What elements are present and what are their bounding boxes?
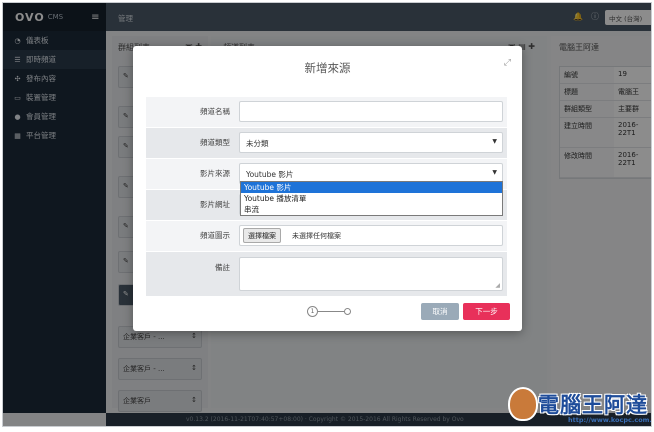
next-button[interactable]: 下一步 (463, 303, 510, 320)
file-status: 未選擇任何檔案 (292, 232, 341, 240)
field-label: 影片來源 (200, 169, 230, 178)
step-next (344, 308, 351, 315)
dropdown-option[interactable]: Youtube 播放清單 (241, 193, 502, 204)
dropdown-option[interactable]: 串流 (241, 204, 502, 215)
form-row-channel-icon: 頻道圖示 選擇檔案 未選擇任何檔案 (146, 221, 507, 252)
form-row-channel-name: 頻道名稱 (146, 97, 507, 128)
app-window: OVO CMS ≡ ◔ 儀表板 ☰ 即時頻道 ✣ 發布內容 ▭ 裝置管理 ● 會員管理 ▦… (2, 2, 652, 427)
form-row-channel-type: 頻道類型 未分類 ▼ (146, 128, 507, 159)
form-row-note: 備註 ◢ (146, 252, 507, 297)
mascot-logo (508, 387, 538, 421)
video-source-dropdown: Youtube 影片 Youtube 播放清單 串流 (240, 181, 503, 216)
watermark: 電腦王阿達 http://www.kocpc.com.tw (496, 381, 652, 426)
add-source-modal: 新增來源 ⤢ 頻道名稱 頻道類型 未分類 ▼ 影片來源 Youtube 影片 ▼ 影… (133, 46, 522, 331)
channel-name-input[interactable] (239, 101, 503, 122)
step-current: 1 (307, 306, 318, 317)
dropdown-option[interactable]: Youtube 影片 (241, 182, 502, 193)
caret-down-icon: ▼ (492, 169, 497, 176)
caret-down-icon: ▼ (492, 138, 497, 145)
step-indicator: 1 (307, 306, 351, 318)
expand-icon[interactable]: ⤢ (504, 58, 511, 68)
resize-grip-icon[interactable]: ◢ (495, 282, 500, 289)
cancel-button[interactable]: 取消 (421, 303, 459, 320)
select-value: Youtube 影片 (246, 170, 294, 179)
field-label: 頻道名稱 (200, 107, 230, 116)
field-label: 影片網址 (200, 200, 230, 209)
channel-type-select[interactable]: 未分類 ▼ (239, 132, 503, 153)
field-label: 備註 (215, 263, 230, 272)
step-connector (318, 311, 344, 312)
modal-title: 新增來源 (304, 61, 351, 75)
choose-file-button[interactable]: 選擇檔案 (243, 228, 281, 243)
watermark-site: http://www.kocpc.com.tw (568, 416, 652, 424)
note-textarea[interactable]: ◢ (239, 257, 503, 291)
select-value: 未分類 (246, 139, 269, 148)
watermark-text: 電腦王阿達 (538, 393, 648, 417)
field-label: 頻道類型 (200, 138, 230, 147)
field-label: 頻道圖示 (200, 231, 230, 240)
